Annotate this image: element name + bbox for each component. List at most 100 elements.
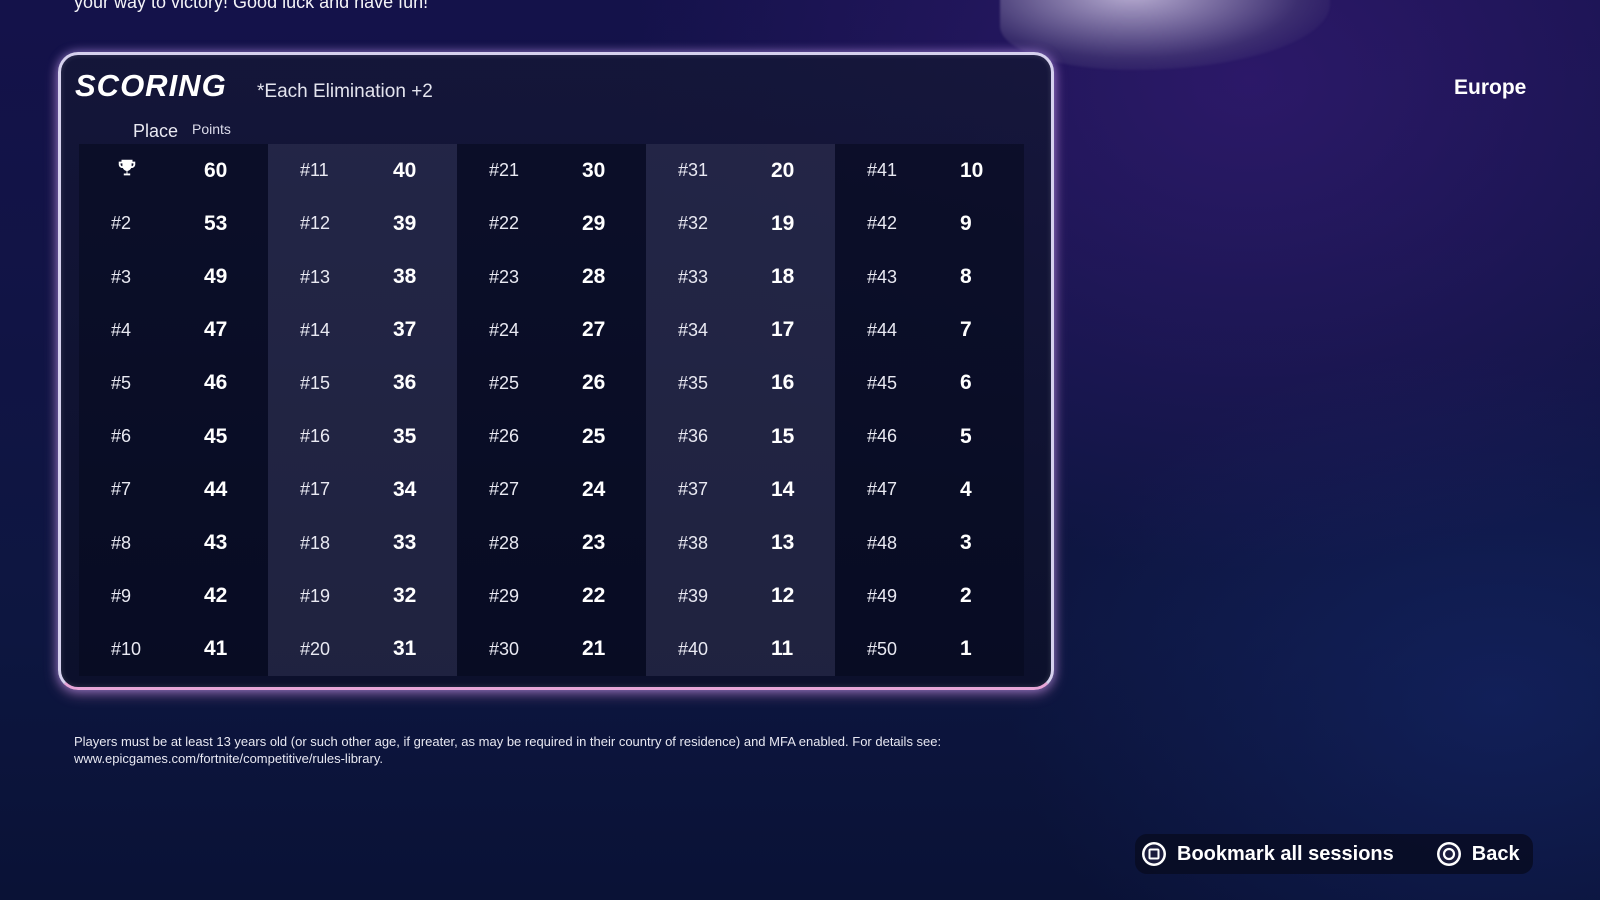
place-label: #11 (300, 160, 329, 181)
place-label: #23 (489, 266, 520, 287)
place-label: #39 (678, 585, 709, 606)
back-label: Back (1471, 842, 1520, 865)
placement-row: #2 53 (79, 197, 268, 250)
place-label: #3 (111, 266, 132, 287)
points-value: 6 (960, 371, 972, 395)
placement-row: #6 45 (79, 410, 268, 463)
placement-row: #447 (835, 304, 1024, 357)
points-value: 15 (771, 424, 795, 448)
points-value: 8 (960, 265, 972, 288)
points-value: 22 (582, 584, 606, 608)
placement-row: #40 11 (646, 623, 835, 676)
place-label: #20 (300, 638, 331, 659)
elimination-note: *Each Elimination +2 (257, 81, 433, 102)
eligibility-disclaimer: Players must be at least 13 years old (o… (74, 734, 942, 766)
points-value: 60 (204, 158, 228, 182)
points-value: 28 (582, 265, 606, 288)
placement-column-group: #31 20 #32 19 #33 18 #34 17 #35 16 #36 15 #37 14 #38 13… (646, 144, 835, 676)
points-value: 23 (582, 531, 606, 555)
placement-row: #25 26 (457, 357, 646, 410)
place-label: #48 (867, 532, 898, 553)
placement-row: #50 1 (835, 623, 1024, 676)
placement-row: #4 47 (79, 304, 268, 357)
place-label: #4 (111, 319, 132, 340)
place-label: #50 (867, 638, 898, 659)
bookmark-all-sessions-button[interactable]: Bookmark all sessions (1141, 841, 1394, 867)
points-value: 4 (960, 477, 972, 501)
points-value: 47 (204, 318, 228, 342)
placement-row: #29 22 (457, 570, 646, 623)
placement-row: #17 34 (268, 463, 457, 516)
place-label: #5 (111, 372, 132, 393)
placement-column-group: #41 10 #42 9 #43 8 #44 7 #45 6 #46 5 #47 4 #48 3 #49 2 #50… (835, 144, 1024, 676)
points-value: 10 (960, 158, 984, 182)
placement-row: #7 44 (79, 463, 268, 516)
points-value: 19 (771, 211, 795, 235)
place-label: #10 (111, 638, 142, 659)
placement-row: #46 5 (835, 410, 1024, 463)
placement-row: #23 28 (457, 250, 646, 303)
place-label: #7 (111, 479, 132, 500)
place-label: #30 (489, 638, 520, 659)
placement-row: #5 46 (79, 357, 268, 410)
bookmark-all-sessions-label: Bookmark all sessions (1177, 842, 1394, 865)
placement-row: #33 18 (646, 250, 835, 303)
place-label: #26 (489, 426, 520, 447)
place-label: #42 (867, 213, 898, 234)
placement-row: #32 19 (646, 197, 835, 250)
placement-row: #10 41 (79, 623, 268, 676)
points-value: 18 (771, 265, 795, 288)
placement-column-group: #11 40 #12 39 #13 38 #14 37 #15 36 #16 35 #17 34 #18 33… (268, 144, 457, 676)
points-value: 25 (582, 424, 606, 448)
placement-row: #43 8 (835, 250, 1024, 303)
placement-row: #26 25 (457, 410, 646, 463)
points-value: 46 (204, 371, 228, 395)
points-value: 11 (771, 637, 794, 661)
place-label: #43 (867, 266, 898, 287)
points-value: 29 (582, 211, 606, 235)
points-value: 37 (393, 318, 417, 342)
place-label: #44 (867, 319, 898, 340)
place-label: #22 (489, 213, 520, 234)
points-value: 31 (393, 637, 417, 661)
placement-row: #15 36 (268, 357, 457, 410)
points-value: 41 (204, 637, 228, 661)
place-label: #29 (489, 585, 520, 606)
place-label: #34 (678, 319, 709, 340)
place-label: #47 (867, 479, 898, 500)
place-label: #35 (678, 372, 709, 393)
trophy-icon (118, 159, 136, 176)
placement-row: 60 (79, 144, 268, 197)
place-label: #21 (489, 160, 520, 181)
placement-row: #24 27 (457, 304, 646, 357)
points-value: 38 (393, 265, 417, 288)
points-value: 24 (582, 477, 606, 501)
placement-row: #16 35 (268, 410, 457, 463)
points-value: 2 (960, 584, 972, 608)
place-label: #16 (300, 426, 331, 447)
points-value: 3 (960, 531, 972, 555)
placement-row: #18 33 (268, 516, 457, 569)
scoring-panel: SCORING *Each Elimination +2 Place Point… (58, 52, 1054, 690)
placement-row: #47 4 (835, 463, 1024, 516)
placement-row: #39 12 (646, 570, 835, 623)
points-column-header: Points (192, 121, 231, 137)
points-value: 39 (393, 211, 417, 235)
place-label: #45 (867, 372, 898, 393)
place-label: #13 (300, 266, 331, 287)
points-value: 44 (204, 477, 228, 501)
points-value: 36 (393, 371, 417, 395)
place-label: #40 (678, 638, 709, 659)
points-value: 27 (582, 318, 606, 342)
place-label: #49 (867, 585, 898, 606)
placement-row: #13 38 (268, 250, 457, 303)
points-value: 12 (771, 584, 795, 608)
back-button[interactable]: Back (1436, 841, 1520, 867)
square-button-icon (1142, 842, 1166, 866)
place-label: #18 (300, 532, 331, 553)
points-value: 43 (204, 531, 228, 555)
points-value: 49 (204, 265, 228, 288)
points-value: 16 (771, 371, 795, 395)
place-label: #32 (678, 213, 709, 234)
placement-row: #41 10 (835, 144, 1024, 197)
